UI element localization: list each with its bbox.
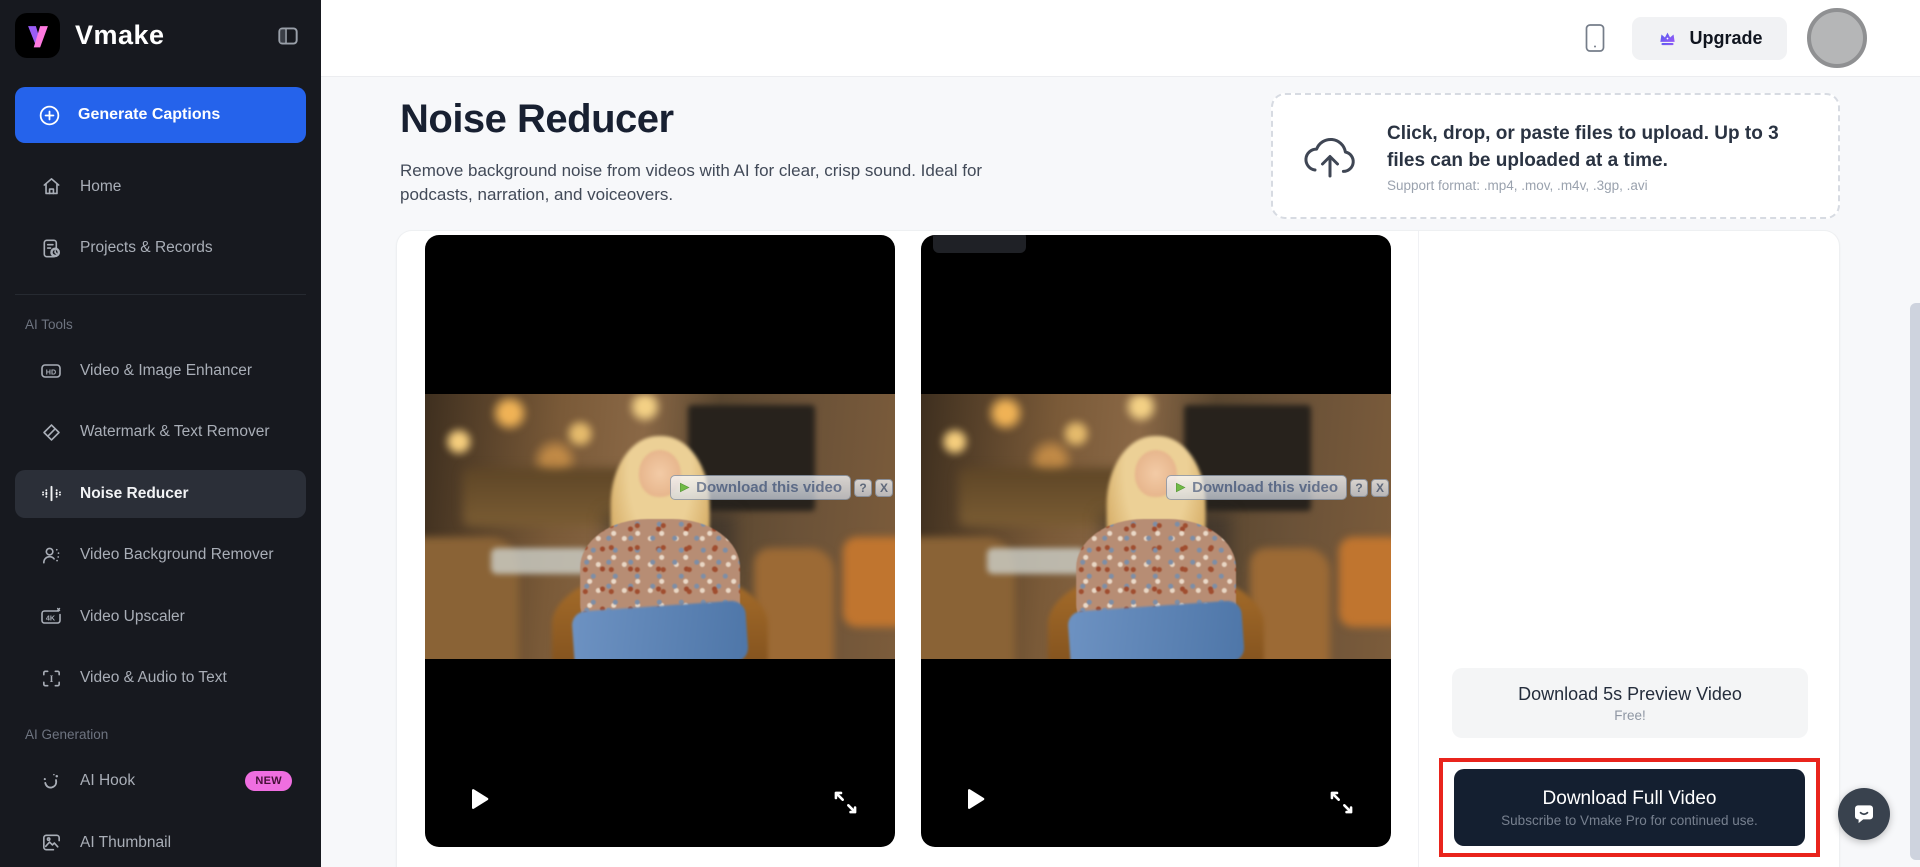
- sidebar-item-label: Video Upscaler: [80, 608, 185, 626]
- download-this-video-overlay: Download this video ? X: [1166, 475, 1389, 500]
- red-highlight-annotation: Download Full Video Subscribe to Vmake P…: [1439, 758, 1820, 857]
- section-label-ai-tools: AI Tools: [15, 315, 306, 334]
- user-avatar[interactable]: [1807, 8, 1867, 68]
- download-this-video-label: Download this video: [696, 479, 842, 496]
- home-icon: [39, 175, 63, 199]
- hd-badge-icon: HD: [39, 359, 63, 383]
- upgrade-label: Upgrade: [1689, 28, 1762, 49]
- section-label-ai-generation: AI Generation: [15, 725, 306, 744]
- upload-cloud-icon: [1301, 130, 1359, 182]
- upgrade-button[interactable]: Upgrade: [1632, 17, 1787, 60]
- green-play-icon: [1175, 480, 1186, 495]
- sidebar: Vmake Generate Captions Home: [0, 0, 321, 867]
- upload-title: Click, drop, or paste files to upload. U…: [1387, 120, 1810, 174]
- sidebar-item-ai-hook[interactable]: AI Hook NEW: [15, 757, 306, 806]
- sidebar-item-video-background-remover[interactable]: Video Background Remover: [15, 531, 306, 580]
- chat-icon: [1851, 801, 1877, 827]
- person-cutout-icon: [39, 543, 63, 567]
- download-preview-title: Download 5s Preview Video: [1518, 684, 1742, 705]
- generate-captions-label: Generate Captions: [78, 106, 220, 124]
- overlay-help-button[interactable]: ?: [854, 479, 872, 497]
- page-head: Noise Reducer Remove background noise fr…: [400, 95, 1060, 207]
- sidebar-item-label: Noise Reducer: [80, 485, 189, 503]
- hook-icon: [39, 769, 63, 793]
- sidebar-collapse-icon[interactable]: [270, 18, 306, 54]
- generate-captions-button[interactable]: Generate Captions: [15, 87, 306, 143]
- crown-icon: [1656, 27, 1679, 49]
- video-frame: [921, 394, 1391, 659]
- sidebar-item-label: Video Background Remover: [80, 546, 274, 564]
- waveform-icon: [39, 482, 63, 506]
- sidebar-divider: [15, 294, 306, 295]
- upload-dropzone[interactable]: Click, drop, or paste files to upload. U…: [1271, 93, 1840, 219]
- overlay-close-button[interactable]: X: [1371, 479, 1389, 497]
- overlay-help-button[interactable]: ?: [1350, 479, 1368, 497]
- download-full-title: Download Full Video: [1543, 788, 1717, 810]
- download-this-video-button[interactable]: Download this video: [670, 475, 851, 500]
- mobile-phone-icon[interactable]: [1578, 18, 1612, 58]
- sidebar-item-projects-records[interactable]: Projects & Records: [15, 224, 306, 273]
- download-preview-subtitle: Free!: [1614, 708, 1646, 723]
- vmake-logo-icon: [15, 13, 60, 58]
- projects-records-icon: [39, 236, 63, 260]
- sidebar-item-label: Projects & Records: [80, 239, 213, 257]
- vertical-scrollbar-thumb[interactable]: [1910, 303, 1920, 860]
- sidebar-item-video-image-enhancer[interactable]: HD Video & Image Enhancer: [15, 347, 306, 396]
- main-content: Noise Reducer Remove background noise fr…: [321, 77, 1920, 867]
- logo-row: Vmake: [15, 13, 306, 58]
- svg-text:4K: 4K: [46, 613, 56, 622]
- 4k-badge-icon: 4K: [39, 605, 63, 629]
- download-this-video-label: Download this video: [1192, 479, 1338, 496]
- image-thumbnail-icon: [39, 831, 63, 855]
- sidebar-item-video-upscaler[interactable]: 4K Video Upscaler: [15, 593, 306, 642]
- plus-circle-icon: [37, 103, 62, 128]
- sidebar-item-ai-thumbnail[interactable]: AI Thumbnail: [15, 819, 306, 867]
- sidebar-item-video-audio-to-text[interactable]: I Video & Audio to Text: [15, 654, 306, 703]
- sidebar-item-watermark-text-remover[interactable]: Watermark & Text Remover: [15, 408, 306, 457]
- video-player-processed[interactable]: Download this video ? X: [921, 235, 1391, 847]
- sidebar-item-home[interactable]: Home: [15, 162, 306, 211]
- download-this-video-button[interactable]: Download this video: [1166, 475, 1347, 500]
- play-button[interactable]: [465, 784, 493, 814]
- page-title: Noise Reducer: [400, 95, 1060, 143]
- download-panel: Download 5s Preview Video Free! Download…: [1418, 231, 1839, 867]
- download-preview-button[interactable]: Download 5s Preview Video Free!: [1452, 668, 1808, 738]
- green-play-icon: [679, 480, 690, 495]
- eraser-icon: [39, 420, 63, 444]
- sidebar-item-label: Video & Image Enhancer: [80, 362, 252, 380]
- video-player-original[interactable]: Download this video ? X: [425, 235, 895, 847]
- text-scan-icon: I: [39, 666, 63, 690]
- svg-text:HD: HD: [46, 367, 56, 376]
- sidebar-item-label: Home: [80, 178, 121, 196]
- video-label-tab: [933, 235, 1026, 253]
- download-full-button[interactable]: Download Full Video Subscribe to Vmake P…: [1454, 769, 1805, 846]
- chat-widget-button[interactable]: [1838, 788, 1890, 840]
- download-full-subtitle: Subscribe to Vmake Pro for continued use…: [1501, 813, 1758, 828]
- result-card: Download this video ? X: [396, 230, 1840, 867]
- sidebar-item-label: AI Thumbnail: [80, 834, 171, 852]
- svg-text:I: I: [49, 674, 53, 685]
- fullscreen-icon[interactable]: [832, 789, 859, 816]
- play-button[interactable]: [961, 784, 989, 814]
- fullscreen-icon[interactable]: [1328, 789, 1355, 816]
- upload-text: Click, drop, or paste files to upload. U…: [1387, 120, 1810, 193]
- download-this-video-overlay: Download this video ? X: [670, 475, 893, 500]
- video-frame: [425, 394, 895, 659]
- sidebar-item-label: Watermark & Text Remover: [80, 423, 270, 441]
- sidebar-item-noise-reducer[interactable]: Noise Reducer: [15, 470, 306, 519]
- overlay-close-button[interactable]: X: [875, 479, 893, 497]
- page-description: Remove background noise from videos with…: [400, 159, 1032, 207]
- upload-support-formats: Support format: .mp4, .mov, .m4v, .3gp, …: [1387, 178, 1810, 193]
- new-badge: NEW: [245, 771, 292, 791]
- topbar: Upgrade: [321, 0, 1920, 77]
- sidebar-item-label: AI Hook: [80, 772, 135, 790]
- sidebar-item-label: Video & Audio to Text: [80, 669, 227, 687]
- brand-name: Vmake: [75, 20, 165, 51]
